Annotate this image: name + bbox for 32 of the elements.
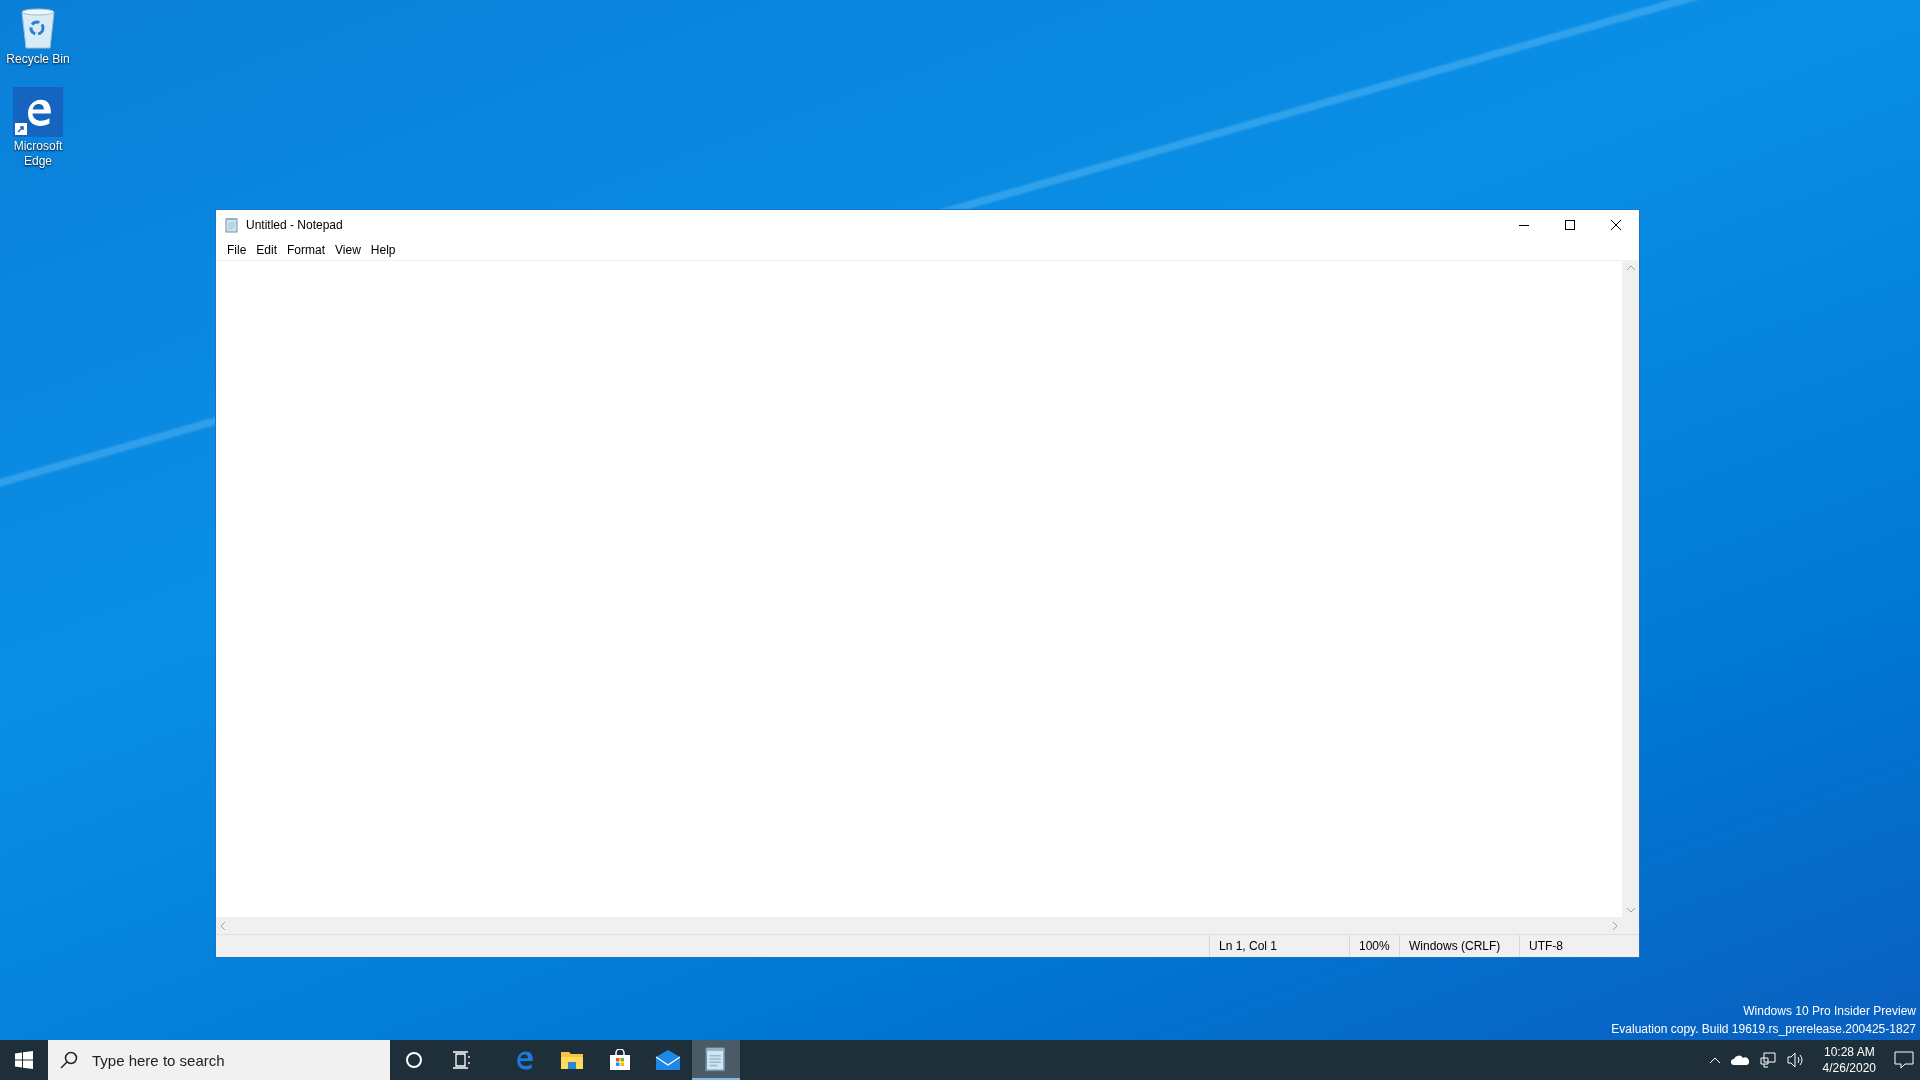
status-text: 100% [1349, 935, 1399, 957]
desktop-icon-label[interactable]: Microsoft Edge [0, 139, 76, 169]
maximize-icon [1565, 220, 1575, 230]
menu-item[interactable]: Help [365, 241, 401, 259]
notepad-icon [224, 217, 240, 233]
mail-icon [655, 1050, 681, 1070]
status-text: Ln 1, Col 1 [1209, 935, 1349, 957]
edge-icon [13, 87, 63, 137]
close-icon [1611, 220, 1621, 230]
status-text: Windows (CRLF) [1399, 935, 1519, 957]
menu-item[interactable]: Edit [251, 241, 283, 259]
windows-logo-icon [15, 1051, 33, 1069]
menu-item[interactable]: File [222, 241, 252, 259]
task-view-icon [452, 1051, 472, 1069]
network-icon[interactable] [1758, 1052, 1777, 1068]
shopping-bag-icon [609, 1049, 631, 1071]
build-info-text: Evaluation copy. Build 19619.rs_prerelease.200425-1827 [1611, 1021, 1916, 1038]
status-text: UTF-8 [1519, 935, 1639, 957]
notification-icon[interactable] [1894, 1051, 1914, 1069]
volume-icon[interactable] [1786, 1052, 1805, 1068]
cloud-icon[interactable] [1730, 1054, 1749, 1066]
search-icon [60, 1051, 78, 1069]
search-field[interactable]: Type here to search [48, 1040, 390, 1080]
build-info-text: Windows 10 Pro Insider Preview [1743, 1003, 1916, 1020]
menu-item[interactable]: Format [282, 241, 331, 259]
desktop-icon-label[interactable]: Recycle Bin [6, 52, 70, 67]
chevron-up-icon[interactable] [1708, 1056, 1721, 1064]
clock[interactable]: 10:28 AM 4/26/2020 [1814, 1044, 1884, 1076]
window-title: Untitled - Notepad [246, 218, 343, 232]
folder-icon [560, 1050, 584, 1070]
menu-item[interactable]: View [330, 241, 366, 259]
circle-icon [405, 1051, 423, 1069]
